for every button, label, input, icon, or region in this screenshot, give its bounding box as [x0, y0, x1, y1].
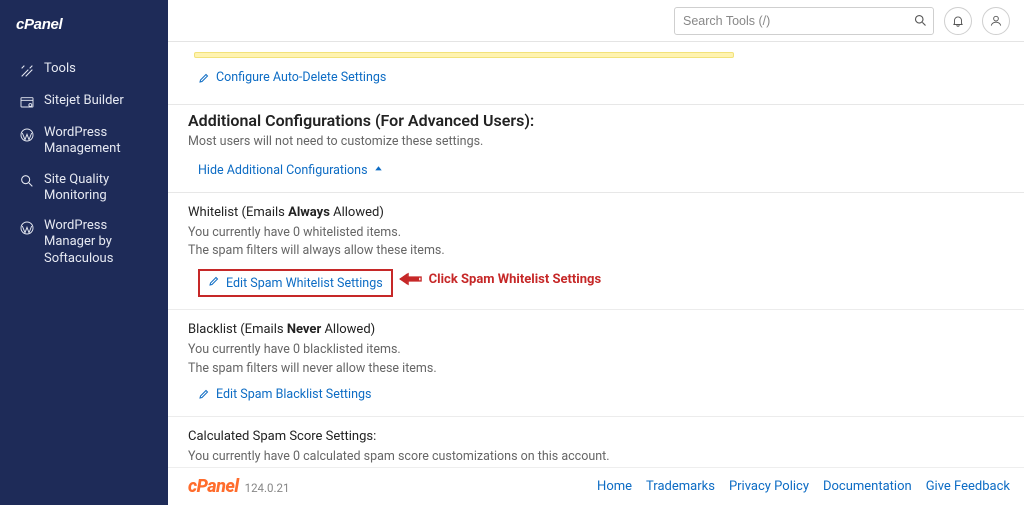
sitejet-icon [18, 94, 35, 111]
footer-brand: cPanel 124.0.21 [188, 476, 289, 497]
sidebar-item-label: WordPress Management [44, 125, 158, 158]
auto-delete-row: Configure Auto-Delete Settings [168, 58, 1024, 100]
footer: cPanel 124.0.21 Home Trademarks Privacy … [168, 467, 1024, 505]
pencil-icon [198, 388, 210, 400]
whitelist-line2: The spam filters will always allow these… [188, 242, 1014, 261]
search-input[interactable] [674, 7, 934, 35]
link-text: Edit Spam Blacklist Settings [216, 387, 371, 402]
title-pre: Blacklist (Emails [188, 322, 287, 337]
spam-scores-block: Calculated Spam Score Settings: You curr… [168, 417, 1024, 467]
configure-auto-delete-link[interactable]: Configure Auto-Delete Settings [198, 70, 386, 85]
divider [168, 104, 1024, 105]
search-icon [913, 13, 928, 28]
bell-icon [951, 14, 965, 28]
footer-link-trademarks[interactable]: Trademarks [646, 479, 715, 494]
magnifier-icon [18, 173, 35, 190]
sidebar-item-wp-softaculous[interactable]: WordPress Manager by Softaculous [2, 211, 166, 274]
blacklist-line2: The spam filters will never allow these … [188, 360, 1014, 379]
link-text: Configure Auto-Delete Settings [216, 70, 386, 85]
additional-config-title: Additional Configurations (For Advanced … [168, 111, 1024, 134]
sidebar-item-tools[interactable]: Tools [2, 54, 166, 86]
link-text: Edit Spam Whitelist Settings [226, 276, 383, 291]
footer-link-documentation[interactable]: Documentation [823, 479, 912, 494]
footer-link-feedback[interactable]: Give Feedback [926, 479, 1010, 494]
title-bold: Never [287, 322, 321, 337]
footer-links: Home Trademarks Privacy Policy Documenta… [597, 479, 1010, 494]
scores-title: Calculated Spam Score Settings: [188, 429, 1014, 444]
sidebar-item-wp-management[interactable]: WordPress Management [2, 118, 166, 165]
wordpress-icon [18, 219, 35, 236]
pencil-icon [208, 275, 220, 291]
sidebar-item-sitejet[interactable]: Sitejet Builder [2, 86, 166, 118]
title-post: Allowed) [330, 205, 384, 220]
app-root: cPanel Tools [0, 0, 1024, 505]
sidebar-item-site-quality[interactable]: Site Quality Monitoring [2, 165, 166, 212]
blacklist-line1: You currently have 0 blacklisted items. [188, 341, 1014, 360]
user-icon [989, 14, 1003, 28]
account-button[interactable] [982, 7, 1010, 35]
scores-line1: You currently have 0 calculated spam sco… [188, 448, 1014, 467]
search-wrap [674, 7, 934, 35]
notifications-button[interactable] [944, 7, 972, 35]
sidebar-item-label: Site Quality Monitoring [44, 172, 158, 205]
edit-whitelist-link[interactable]: Edit Spam Whitelist Settings [198, 269, 393, 297]
hide-additional-link[interactable]: Hide Additional Configurations [168, 157, 394, 188]
sidebar-item-label: WordPress Manager by Softaculous [44, 218, 158, 267]
chevron-up-icon [373, 163, 384, 178]
pencil-icon [198, 72, 210, 84]
sidebar-nav: Tools Sitejet Builder [0, 54, 168, 274]
whitelist-title: Whitelist (Emails Always Allowed) [188, 205, 1014, 220]
topbar [168, 0, 1024, 42]
whitelist-block: Whitelist (Emails Always Allowed) You cu… [168, 193, 1024, 311]
sidebar-item-label: Tools [44, 61, 158, 77]
callout-arrow [399, 270, 425, 288]
brand-logo[interactable]: cPanel [0, 0, 168, 54]
link-text: Hide Additional Configurations [198, 163, 368, 178]
title-pre: Whitelist (Emails [188, 205, 288, 220]
blacklist-block: Blacklist (Emails Never Allowed) You cur… [168, 310, 1024, 417]
content-scroll[interactable]: Configure Auto-Delete Settings Additiona… [168, 42, 1024, 467]
footer-link-home[interactable]: Home [597, 479, 632, 494]
main-column: Configure Auto-Delete Settings Additiona… [168, 0, 1024, 505]
additional-config-desc: Most users will not need to customize th… [168, 134, 1024, 157]
footer-logo: cPanel [188, 476, 239, 497]
cpanel-logo-svg: cPanel [16, 14, 98, 36]
whitelist-line1: You currently have 0 whitelisted items. [188, 224, 1014, 243]
content-inner: Configure Auto-Delete Settings Additiona… [168, 52, 1024, 467]
sidebar: cPanel Tools [0, 0, 168, 505]
title-bold: Always [288, 205, 330, 220]
callout-text: Click Spam Whitelist Settings [429, 272, 601, 287]
footer-link-privacy[interactable]: Privacy Policy [729, 479, 809, 494]
search-button[interactable] [906, 7, 934, 35]
edit-blacklist-link[interactable]: Edit Spam Blacklist Settings [198, 387, 371, 402]
footer-version: 124.0.21 [245, 481, 290, 495]
tools-icon [18, 62, 35, 79]
blacklist-title: Blacklist (Emails Never Allowed) [188, 322, 1014, 337]
sidebar-item-label: Sitejet Builder [44, 93, 158, 109]
wordpress-icon [18, 126, 35, 143]
svg-text:cPanel: cPanel [16, 16, 64, 33]
title-post: Allowed) [321, 322, 375, 337]
